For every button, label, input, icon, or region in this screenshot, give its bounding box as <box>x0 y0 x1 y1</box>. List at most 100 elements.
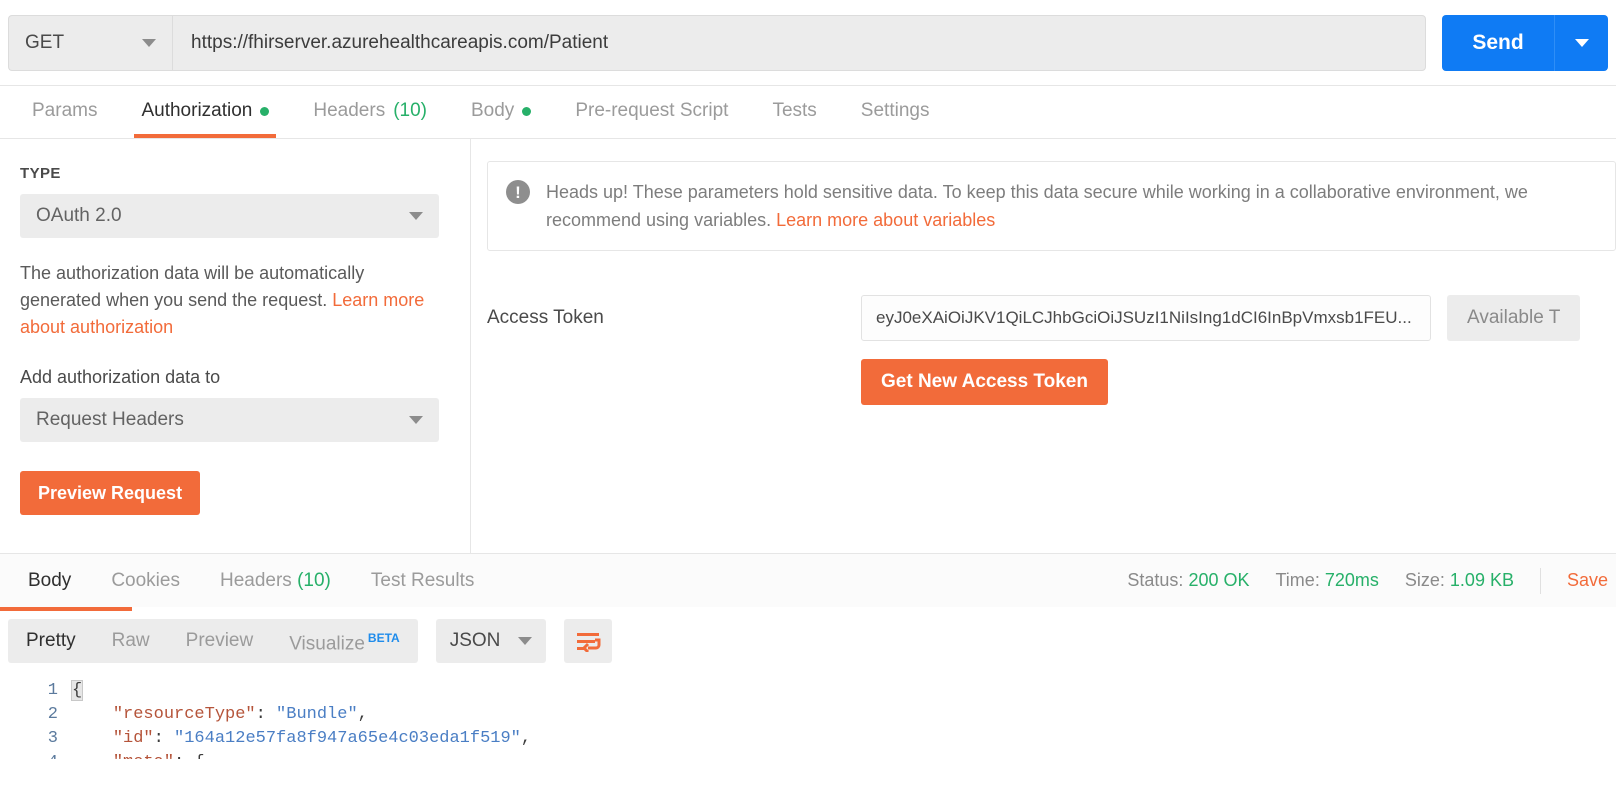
access-token-label: Access Token <box>487 307 604 328</box>
code-line: { <box>70 679 1616 703</box>
auth-type-dropdown[interactable]: OAuth 2.0 <box>20 194 439 238</box>
available-tokens-button[interactable]: Available T <box>1447 295 1581 341</box>
response-format-bar: Pretty Raw Preview Visualize BETA JSON <box>0 607 1616 675</box>
http-method-label: GET <box>25 31 65 53</box>
response-tab-cookies[interactable]: Cookies <box>91 570 200 592</box>
line-number: 4 <box>0 751 58 759</box>
size-value: 1.09 KB <box>1449 570 1514 590</box>
tab-label: Params <box>32 100 98 121</box>
get-token-row: Get New Access Token <box>487 359 1616 405</box>
status-label: Status: <box>1127 570 1184 590</box>
access-token-input[interactable] <box>861 295 1431 341</box>
notice-message: Heads up! These parameters hold sensitiv… <box>546 178 1597 234</box>
chevron-down-icon <box>409 212 423 220</box>
chevron-down-icon <box>142 38 156 47</box>
chevron-down-icon <box>1574 38 1589 47</box>
time-label: Time: <box>1275 570 1320 590</box>
auth-description-text: The authorization data will be automatic… <box>20 263 365 310</box>
tab-label: Tests <box>772 100 817 121</box>
code-line: "id": "164a12e57fa8f947a65e4c03eda1f519"… <box>72 727 1616 751</box>
response-tab-body[interactable]: Body <box>8 570 91 592</box>
request-tab-pre-request-script[interactable]: Pre-request Script <box>553 100 750 138</box>
request-tabs: Params Authorization Headers (10) Body Pre-re… <box>0 86 1616 139</box>
sensitive-data-notice: ! Heads up! These parameters hold sensit… <box>487 161 1616 251</box>
notice-message-text: Heads up! These parameters hold sensitiv… <box>546 182 1528 230</box>
get-new-access-token-button[interactable]: Get New Access Token <box>861 359 1108 405</box>
time-indicator: Time: 720ms <box>1275 570 1378 591</box>
format-tab-raw[interactable]: Raw <box>94 619 168 663</box>
tab-label: Authorization <box>141 100 253 121</box>
tab-label: Headers <box>313 100 386 121</box>
tab-count: (10) <box>393 100 427 121</box>
send-options-button[interactable] <box>1554 14 1608 71</box>
request-url-input[interactable] <box>172 14 1426 71</box>
exclamation-icon: ! <box>506 180 530 204</box>
request-tab-headers[interactable]: Headers (10) <box>291 100 449 138</box>
code-token: "164a12e57fa8f947a65e4c03eda1f519" <box>174 729 521 748</box>
code-token: : <box>255 705 277 724</box>
http-method-select[interactable]: GET <box>8 14 172 71</box>
request-url-bar: GET Send <box>0 0 1616 86</box>
beta-badge: BETA <box>367 630 400 645</box>
code-token: "Bundle" <box>276 705 358 724</box>
format-tab-visualize[interactable]: Visualize BETA <box>271 616 417 666</box>
response-tab-headers[interactable]: Headers (10) <box>200 570 351 592</box>
code-token: , <box>520 729 532 748</box>
notice-learn-more-link[interactable]: Learn more about variables <box>776 210 995 230</box>
size-label: Size: <box>1404 570 1445 590</box>
format-tab-pretty[interactable]: Pretty <box>8 619 94 663</box>
code-token: "id" <box>112 729 154 748</box>
add-auth-data-label: Add authorization data to <box>20 367 221 387</box>
add-auth-data-dropdown[interactable]: Request Headers <box>20 398 439 442</box>
code-content[interactable]: { "resourceType": "Bundle", "id": "164a1… <box>70 675 1616 759</box>
time-value: 720ms <box>1324 570 1379 590</box>
request-tab-body[interactable]: Body <box>449 100 553 138</box>
tab-label: Settings <box>860 100 930 121</box>
code-line: "resourceType": "Bundle", <box>72 703 1616 727</box>
save-response-link[interactable]: Save <box>1567 570 1608 591</box>
response-tab-test-results[interactable]: Test Results <box>351 570 494 592</box>
response-body-code[interactable]: 1 2 3 4 { "resourceType": "Bundle", "id": "… <box>0 675 1616 759</box>
response-meta: Status: 200 OK Time: 720ms Size: 1.09 KB… <box>1127 567 1616 594</box>
format-tab-preview[interactable]: Preview <box>168 619 272 663</box>
word-wrap-glyph <box>576 633 601 652</box>
format-tab-label: Visualize <box>289 633 365 655</box>
divider <box>1539 567 1541 594</box>
response-language-value: JSON <box>449 630 501 651</box>
response-tabs: Body Cookies Headers (10) Test Results Stat… <box>0 553 1616 607</box>
auth-type-value: OAuth 2.0 <box>36 205 122 226</box>
request-body-panel: TYPE OAuth 2.0 The authorization data wi… <box>0 139 1616 553</box>
code-line: "meta": { <box>72 751 1616 759</box>
code-token: : { <box>174 753 205 759</box>
send-button-group: Send <box>1442 14 1608 71</box>
code-token: : <box>153 729 175 748</box>
line-number: 3 <box>47 729 58 748</box>
chevron-down-icon <box>409 416 423 424</box>
auth-description: The authorization data will be automatic… <box>20 260 445 341</box>
auth-type-label: TYPE <box>20 165 61 182</box>
status-value: 200 OK <box>1188 570 1250 590</box>
chevron-down-icon <box>517 637 532 645</box>
code-token: "resourceType" <box>112 705 256 724</box>
status-indicator: Status: 200 OK <box>1127 570 1249 591</box>
tab-label: Body <box>28 569 72 591</box>
response-language-select[interactable]: JSON <box>435 619 546 663</box>
send-button[interactable]: Send <box>1442 14 1554 71</box>
tab-label: Cookies <box>111 569 180 591</box>
tab-label: Test Results <box>370 569 475 591</box>
tab-label: Body <box>471 100 515 121</box>
request-tab-authorization[interactable]: Authorization <box>119 100 291 138</box>
tab-label: Pre-request Script <box>575 100 729 121</box>
tab-count: (10) <box>291 569 331 591</box>
line-number: 2 <box>47 705 58 724</box>
request-tab-settings[interactable]: Settings <box>839 100 952 138</box>
request-tab-tests[interactable]: Tests <box>750 100 838 138</box>
preview-request-button[interactable]: Preview Request <box>20 471 201 515</box>
modified-dot-icon <box>260 106 270 116</box>
word-wrap-icon[interactable] <box>563 619 612 663</box>
request-tab-params[interactable]: Params <box>10 100 119 138</box>
tab-label: Headers <box>219 569 292 591</box>
size-indicator: Size: 1.09 KB <box>1405 570 1514 591</box>
